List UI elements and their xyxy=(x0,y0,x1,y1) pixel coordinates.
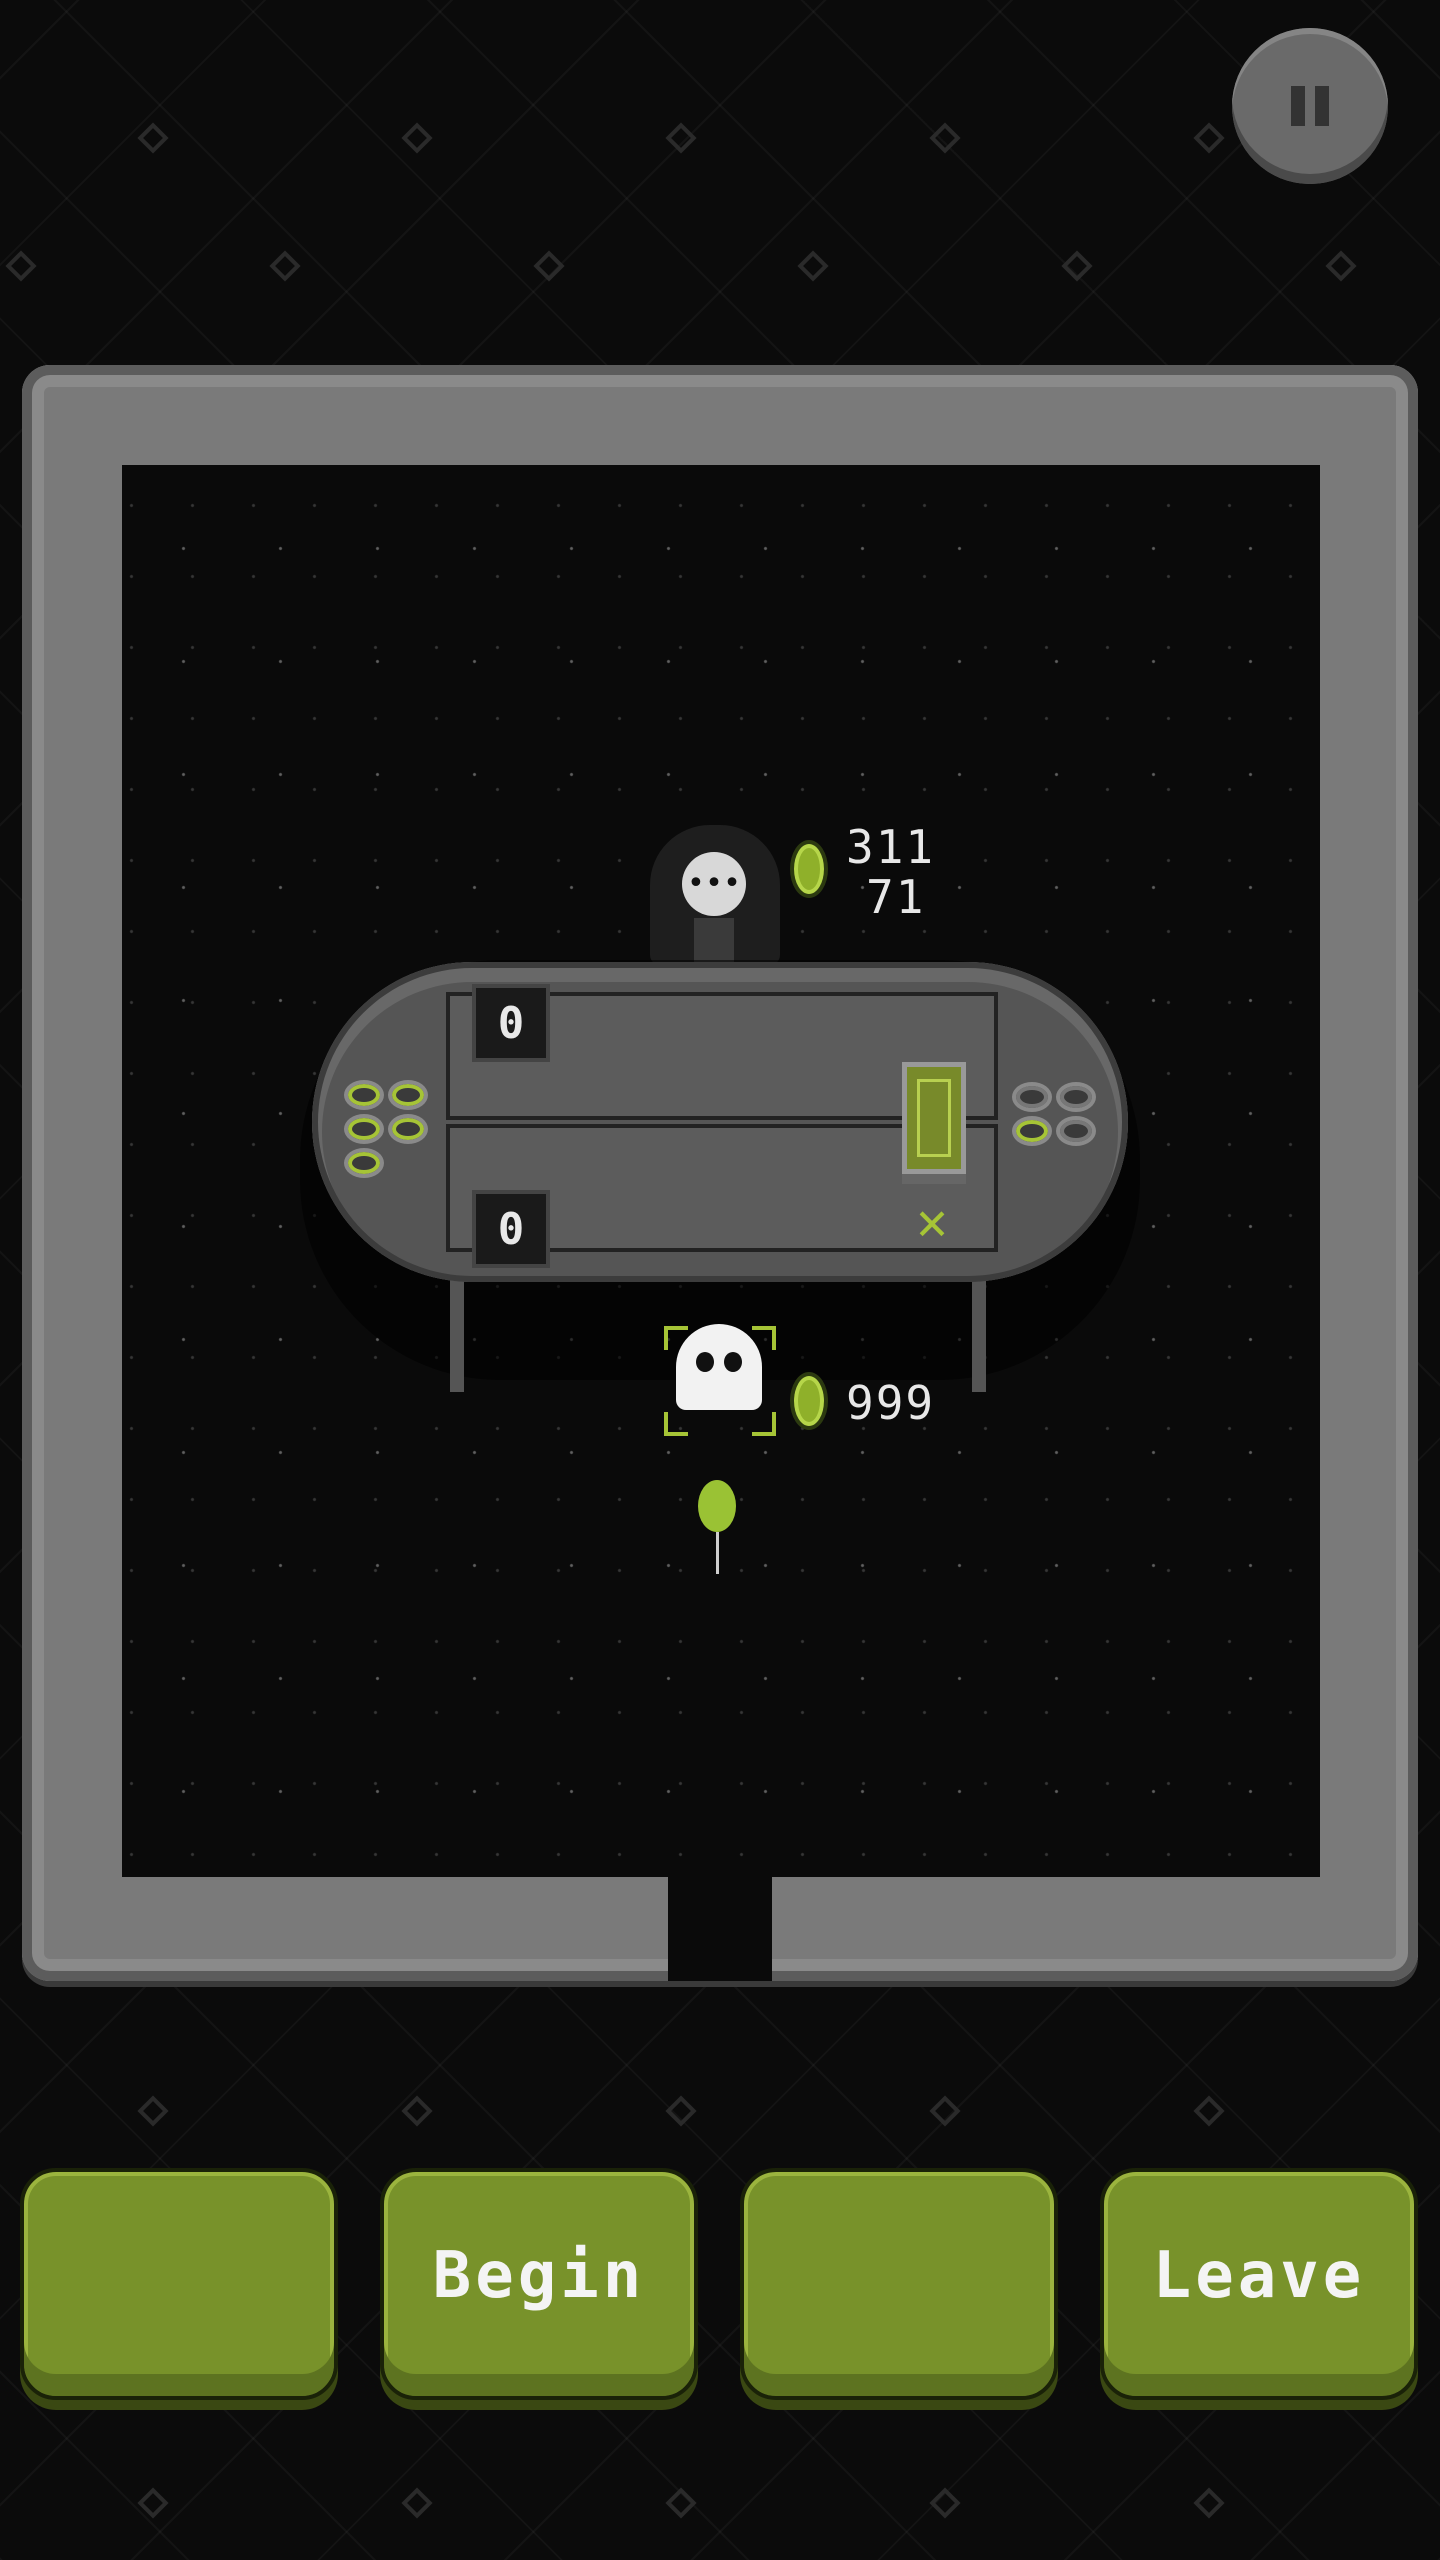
bg-diamond xyxy=(269,250,301,282)
chip-icon xyxy=(1056,1082,1096,1112)
chip-icon xyxy=(344,1148,384,1178)
ghost-eye xyxy=(696,1352,714,1372)
selection-corner xyxy=(664,1412,688,1436)
bg-diamond xyxy=(137,122,169,154)
chip-icon xyxy=(1012,1082,1052,1112)
bg-diamond xyxy=(665,122,697,154)
bg-diamond xyxy=(929,2095,961,2127)
card-deck-icon[interactable] xyxy=(902,1062,966,1174)
ghost-eye xyxy=(724,1352,742,1372)
bg-diamond xyxy=(665,2095,697,2127)
bg-diamond xyxy=(1193,2095,1225,2127)
green-gem-icon xyxy=(790,1372,828,1430)
chip-icon xyxy=(388,1080,428,1110)
dealer-mask-icon: • • • xyxy=(682,852,746,916)
pause-icon xyxy=(1315,86,1329,126)
bg-diamond xyxy=(797,250,829,282)
player-coins: 999 xyxy=(846,1376,936,1430)
bg-diamond xyxy=(5,250,37,282)
bg-diamond xyxy=(401,2487,433,2519)
chip-icon xyxy=(344,1114,384,1144)
begin-button[interactable]: Begin xyxy=(380,2168,698,2400)
balloon-string xyxy=(716,1532,719,1574)
pause-button[interactable] xyxy=(1232,28,1388,184)
dealer-bet: 71 xyxy=(866,870,926,924)
bg-diamond xyxy=(929,122,961,154)
dealer-body xyxy=(694,918,734,962)
leave-button[interactable]: Leave xyxy=(1100,2168,1418,2400)
bg-diamond xyxy=(137,2487,169,2519)
selection-corner xyxy=(752,1412,776,1436)
bg-diamond xyxy=(533,250,565,282)
dealer-score: 0 xyxy=(472,984,550,1062)
balloon-icon xyxy=(698,1480,736,1532)
table-leg xyxy=(450,1280,464,1392)
player-score: 0 xyxy=(472,1190,550,1268)
bg-diamond xyxy=(1325,250,1357,282)
chip-stack-right xyxy=(1012,1082,1096,1146)
bg-diamond xyxy=(137,2095,169,2127)
bg-diamond xyxy=(665,2487,697,2519)
bg-diamond xyxy=(401,122,433,154)
chip-icon xyxy=(388,1114,428,1144)
bg-diamond xyxy=(1193,2487,1225,2519)
chip-icon xyxy=(344,1080,384,1110)
action-button-3[interactable] xyxy=(740,2168,1058,2400)
table-leg xyxy=(972,1280,986,1392)
bg-diamond xyxy=(1061,250,1093,282)
chip-icon xyxy=(1056,1116,1096,1146)
bg-diamond xyxy=(401,2095,433,2127)
action-button-1[interactable] xyxy=(20,2168,338,2400)
chip-stack-left xyxy=(344,1080,428,1178)
chip-icon xyxy=(1012,1116,1052,1146)
crossed-cards-icon: ✕ xyxy=(916,1192,948,1252)
room-doorway xyxy=(668,1877,772,1981)
dealer-coins: 311 xyxy=(846,820,936,874)
player-ghost xyxy=(676,1324,762,1410)
bg-diamond xyxy=(1193,122,1225,154)
bg-diamond xyxy=(929,2487,961,2519)
pause-icon xyxy=(1291,86,1305,126)
green-gem-icon xyxy=(790,840,828,898)
